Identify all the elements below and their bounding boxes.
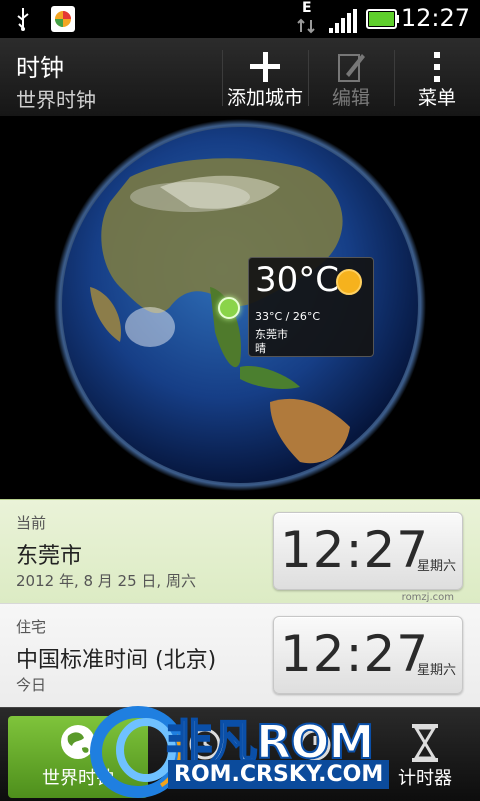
menu-button[interactable]: 菜单 [394,38,480,116]
world-map[interactable]: 30°C 33°C / 26°C 东莞市 晴 [0,117,480,499]
hourglass-icon [412,724,438,762]
weather-condition: 晴 [255,342,266,355]
row-city: 东莞市 [16,544,83,569]
menu-icon [434,52,440,82]
clock-display: 12:27 星期六 [273,616,463,694]
clock-weekday: 星期六 [416,559,456,574]
action-bar: 时钟 世界时钟 添加城市 编辑 菜单 [0,38,480,117]
add-city-button[interactable]: 添加城市 [222,38,308,116]
app-subtitle: 世界时钟 [16,88,96,112]
weather-range: 33°C / 26°C [255,310,321,323]
edit-label: 编辑 [331,87,370,109]
weather-temperature: 30°C [255,260,340,300]
row-date: 2012 年, 8 月 25 日, 周六 [16,572,196,590]
app-title: 时钟 [16,54,64,82]
watermark-url: ROM.CRSKY.COM [168,760,390,789]
city-row-home[interactable]: 住宅 中国标准时间 (北京) 今日 12:27 星期六 [0,603,480,707]
row-date: 今日 [16,676,47,694]
menu-label: 菜单 [417,87,456,109]
site-note: romzj.com [401,592,454,603]
status-bar: E 12:27 [0,0,480,38]
clock-weekday: 星期六 [416,663,456,678]
row-city: 中国标准时间 (北京) [16,648,217,673]
add-city-label: 添加城市 [226,87,303,109]
edit-button[interactable]: 编辑 [308,38,394,116]
data-arrows-icon [297,18,315,34]
status-time: 12:27 [400,4,470,32]
earth-globe-image [54,119,426,491]
location-pin[interactable] [218,297,240,319]
weather-popup[interactable]: 30°C 33°C / 26°C 东莞市 晴 [248,257,374,357]
clock-time: 12:27 [280,521,430,579]
plus-icon [250,52,280,82]
edit-icon [338,54,365,82]
usb-icon [17,8,29,31]
battery-icon [366,9,399,29]
network-type: E [302,0,312,16]
sunny-icon [336,269,362,295]
city-row-current[interactable]: 当前 东莞市 2012 年, 8 月 25 日, 周六 12:27 星期六 ro… [0,499,480,603]
clock-time: 12:27 [280,625,430,683]
signal-icon [329,9,357,33]
row-category: 住宅 [16,618,47,636]
watermark-logo: 非凡ROM ROM.CRSKY.COM [88,702,408,800]
row-category: 当前 [16,514,47,532]
app-notification-icon [51,6,75,32]
clock-display: 12:27 星期六 romzj.com [273,512,463,603]
